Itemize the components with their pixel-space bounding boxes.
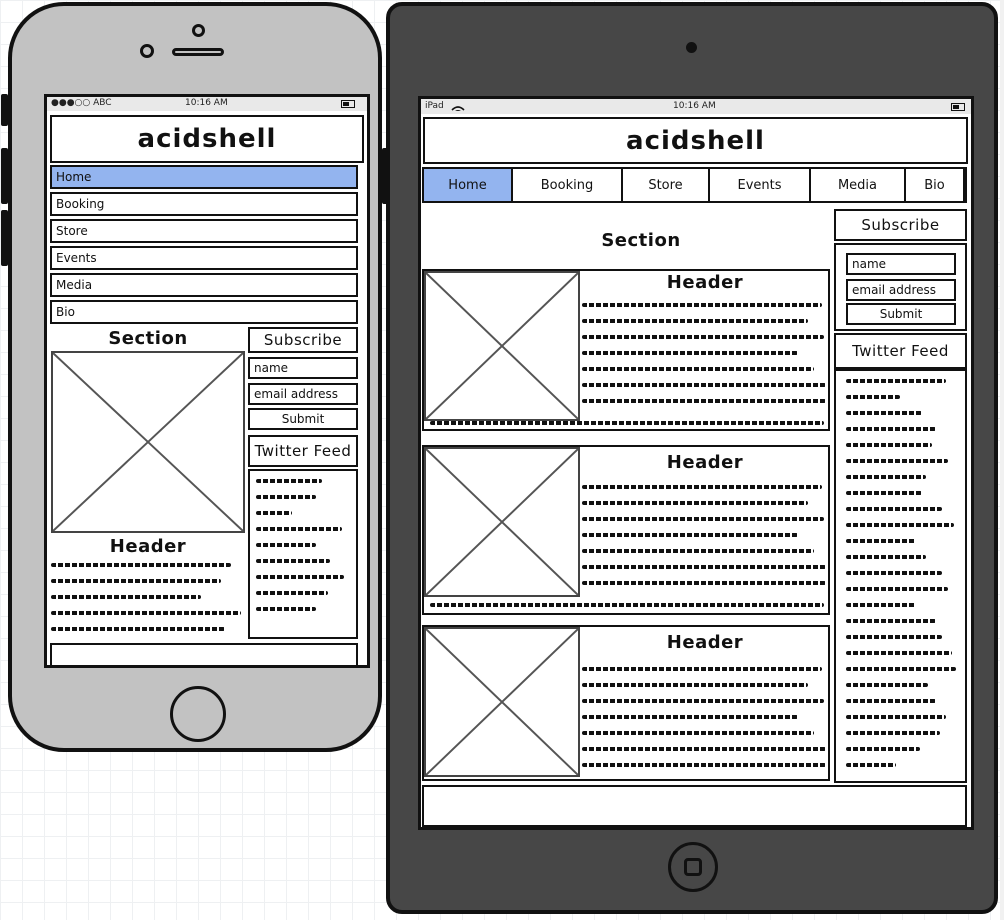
nav-item-booking[interactable]: Booking: [50, 192, 358, 216]
footer: [50, 643, 358, 665]
footer: [422, 785, 967, 827]
nav-item-events[interactable]: Events: [710, 169, 811, 201]
article-header: Header: [109, 535, 187, 557]
article-body: [51, 561, 241, 641]
offscreen-frame-edge: [1000, 0, 1004, 920]
ipad-device: iPad 10:16 AM acidshell Home Booking Sto…: [386, 2, 998, 914]
nav-item-bio[interactable]: Bio: [50, 300, 358, 324]
nav-item-events[interactable]: Events: [50, 246, 358, 270]
twitter-feed: [834, 369, 967, 783]
volume-down-button: [1, 210, 8, 266]
email-input[interactable]: email address: [248, 383, 358, 405]
main-section: Section Header: [49, 325, 247, 641]
home-button-icon[interactable]: [170, 686, 226, 742]
camera-icon: [192, 24, 205, 37]
nav-item-booking[interactable]: Booking: [513, 169, 623, 201]
article-card: Header: [422, 269, 830, 431]
nav-item-home[interactable]: Home: [50, 165, 358, 189]
camera-icon: [686, 42, 697, 53]
ipad-screen: iPad 10:16 AM acidshell Home Booking Sto…: [418, 96, 974, 830]
article-body: [582, 483, 828, 593]
speaker-icon: [172, 48, 224, 56]
email-input[interactable]: email address: [846, 279, 956, 301]
battery-icon: [341, 100, 355, 108]
nav-item-bio[interactable]: Bio: [906, 169, 965, 201]
subscribe-title: Subscribe: [834, 209, 967, 241]
section-title: Section: [108, 327, 188, 349]
article-header: Header: [666, 631, 744, 653]
status-bar: iPad 10:16 AM: [421, 99, 971, 114]
image-placeholder-icon: [424, 271, 580, 421]
subscribe-title: Subscribe: [248, 327, 358, 353]
article-body-line: [430, 421, 824, 425]
article-header: Header: [666, 271, 744, 293]
status-time: 10:16 AM: [185, 98, 228, 108]
nav-item-store[interactable]: Store: [623, 169, 710, 201]
article-header: Header: [666, 451, 744, 473]
name-input[interactable]: name: [846, 253, 956, 275]
image-placeholder-icon: [424, 627, 580, 777]
section-title: Section: [601, 229, 681, 251]
name-input[interactable]: name: [248, 357, 358, 379]
site-title: acidshell: [50, 115, 364, 163]
twitter-feed: [248, 469, 358, 639]
image-placeholder-icon: [424, 447, 580, 597]
battery-icon: [951, 103, 965, 111]
home-button-icon[interactable]: [668, 842, 718, 892]
mute-switch: [1, 94, 8, 126]
image-placeholder-icon: [51, 351, 245, 533]
article-body: [582, 301, 828, 411]
device-label: iPad: [425, 101, 444, 111]
volume-up-button: [1, 148, 8, 204]
camera-icon: [140, 44, 154, 58]
nav-item-media[interactable]: Media: [50, 273, 358, 297]
wifi-icon: [451, 101, 465, 111]
subscribe-panel: name email address Submit: [834, 243, 967, 331]
carrier-label: ●●●○○ ABC: [51, 98, 112, 108]
status-bar: ●●●○○ ABC 10:16 AM: [47, 97, 367, 111]
iphone-device: ●●●○○ ABC 10:16 AM acidshell Home Bookin…: [1, 2, 389, 752]
status-time: 10:16 AM: [673, 101, 716, 111]
nav-item-media[interactable]: Media: [811, 169, 906, 201]
iphone-screen: ●●●○○ ABC 10:16 AM acidshell Home Bookin…: [44, 94, 370, 668]
nav-item-home[interactable]: Home: [424, 169, 513, 201]
submit-button[interactable]: Submit: [248, 408, 358, 430]
article-card: Header: [422, 445, 830, 615]
article-card: Header: [422, 625, 830, 781]
article-body: [582, 665, 828, 775]
article-body-line: [430, 603, 824, 607]
submit-button[interactable]: Submit: [846, 303, 956, 325]
twitter-feed-title: Twitter Feed: [834, 333, 967, 369]
nav-item-store[interactable]: Store: [50, 219, 358, 243]
nav-bar: Home Booking Store Events Media Bio: [422, 167, 967, 203]
site-title: acidshell: [423, 117, 968, 164]
twitter-feed-title: Twitter Feed: [248, 435, 358, 467]
